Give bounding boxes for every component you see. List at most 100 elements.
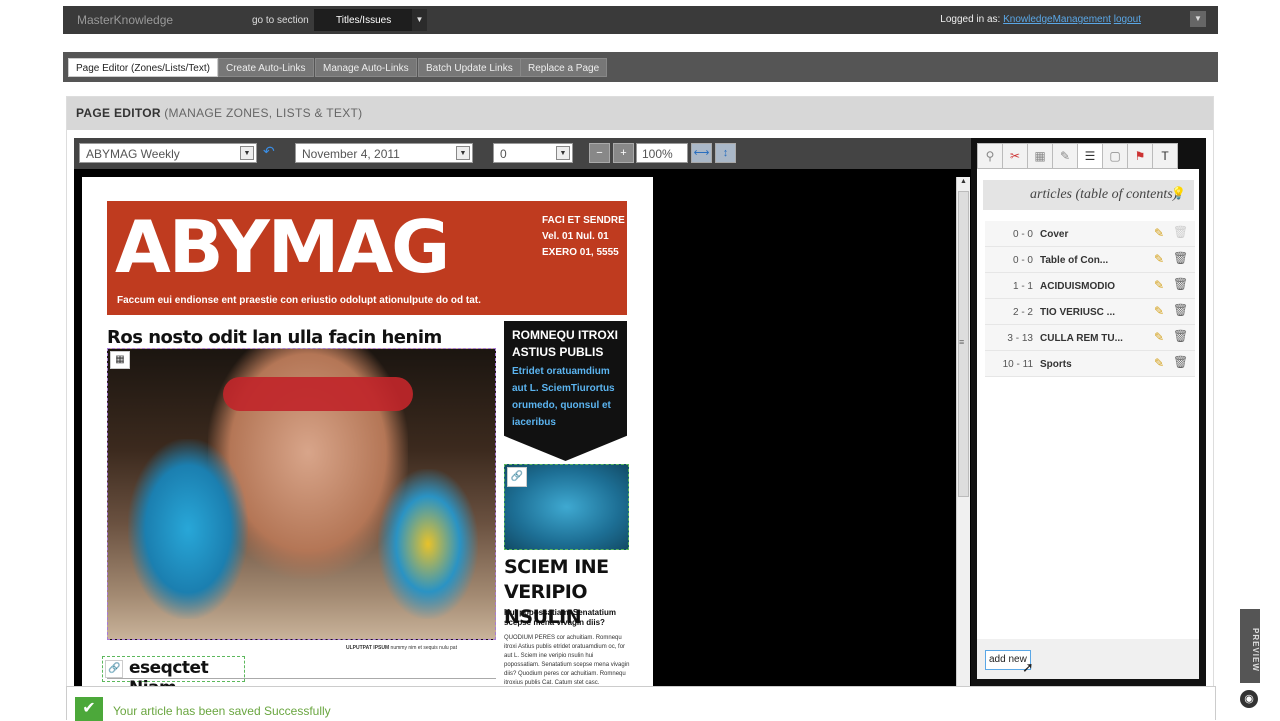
- pencil-icon[interactable]: ✎: [1154, 304, 1164, 318]
- list-item[interactable]: 0 - 0 Cover ✎ 🗑: [985, 221, 1195, 247]
- user-menu-chevron-icon[interactable]: ▼: [1190, 11, 1206, 27]
- zoom-out-icon[interactable]: −: [589, 143, 610, 163]
- credit-text: nummy nim et sequis nulu pat: [390, 645, 457, 651]
- photo-feather: [378, 469, 478, 619]
- masthead: ABYMAG FACI ET SENDRE Vel. 01 Nul. 01 EX…: [107, 201, 627, 315]
- trash-icon[interactable]: 🗑: [1173, 251, 1188, 265]
- publication-select[interactable]: ABYMAG Weekly ▼: [79, 143, 257, 163]
- list-icon[interactable]: ☰: [1077, 143, 1103, 169]
- trash-icon[interactable]: 🗑: [1173, 303, 1188, 317]
- checkmark-icon: ✔: [75, 697, 103, 721]
- grip-icon: ≡: [959, 337, 965, 347]
- zoom-level[interactable]: 100%: [636, 143, 688, 163]
- scissors-icon[interactable]: ✂: [1002, 143, 1028, 169]
- page-scrollbar[interactable]: ▲ ≡: [956, 177, 970, 690]
- tool-tabs: Page Editor (Zones/Lists/Text) Create Au…: [63, 52, 1218, 82]
- list-item[interactable]: 0 - 0 Table of Con... ✎ 🗑: [985, 247, 1195, 273]
- link-icon[interactable]: 🔗: [105, 660, 123, 678]
- diver-subheadline: Hui popossatiam. Senatatium scepse mena …: [504, 608, 617, 627]
- tab-page-editor[interactable]: Page Editor (Zones/Lists/Text): [68, 58, 218, 77]
- chevron-down-icon[interactable]: ▼: [556, 146, 570, 160]
- article-pages: 0 - 0: [1012, 229, 1033, 240]
- trash-icon: 🗑: [1173, 225, 1189, 239]
- lightbulb-icon[interactable]: 💡: [1171, 186, 1186, 201]
- link-tool-icon[interactable]: ⚲: [977, 143, 1003, 169]
- text-tool-icon[interactable]: T: [1152, 143, 1178, 169]
- link-icon[interactable]: 🔗: [507, 467, 527, 487]
- pencil-icon[interactable]: ✎: [1154, 226, 1164, 240]
- article-pages: 1 - 1: [1012, 281, 1033, 292]
- gallery-tool-icon[interactable]: ▦: [1027, 143, 1053, 169]
- pencil-icon[interactable]: ✎: [1154, 330, 1164, 344]
- issue-info: FACI ET SENDRE Vel. 01 Nul. 01 EXERO 01,…: [542, 213, 625, 261]
- brand-logo[interactable]: MasterKnowledge: [77, 13, 173, 27]
- note-icon[interactable]: ▢: [1102, 143, 1128, 169]
- articles-header: articles (table of contents) 💡: [983, 180, 1194, 210]
- article-name: CULLA REM TU...: [1040, 333, 1123, 344]
- trash-icon[interactable]: 🗑: [1173, 277, 1188, 291]
- photo-face-paint: [223, 377, 413, 411]
- editor-area: ABYMAG Weekly ▼ ↶ November 4, 2011 ▼ 0 ▼…: [74, 138, 972, 690]
- panel-subtitle: (MANAGE ZONES, LISTS & TEXT): [164, 106, 363, 120]
- preview-tab[interactable]: PREVIEW: [1240, 609, 1260, 683]
- undo-icon[interactable]: ↶: [263, 143, 275, 160]
- magazine-page[interactable]: ABYMAG FACI ET SENDRE Vel. 01 Nul. 01 EX…: [82, 177, 653, 690]
- zone-tools-panel: ⚲ ✂ ▦ ✎ ☰ ▢ ⚑ T articles (table of conte…: [971, 138, 1206, 690]
- publication-value: ABYMAG Weekly: [86, 147, 180, 161]
- magazine-tagline: Faccum eui endionse ent praestie con eri…: [117, 295, 481, 306]
- article-pages: 0 - 0: [1012, 255, 1033, 266]
- pencil-icon[interactable]: ✎: [1154, 252, 1164, 266]
- pencil-icon[interactable]: ✎: [1154, 356, 1164, 370]
- article-pages: 3 - 13: [1007, 333, 1033, 344]
- trash-icon[interactable]: 🗑: [1173, 355, 1188, 369]
- cover-headline: Ros nosto odit lan ulla facin henim: [107, 327, 442, 348]
- login-user-link[interactable]: KnowledgeManagement: [1003, 14, 1111, 25]
- panel-header: PAGE EDITOR (MANAGE ZONES, LISTS & TEXT): [67, 97, 1213, 130]
- date-select[interactable]: November 4, 2011 ▼: [295, 143, 473, 163]
- fit-width-icon[interactable]: ⟷: [691, 143, 712, 163]
- logout-link[interactable]: logout: [1114, 14, 1141, 25]
- trash-icon[interactable]: 🗑: [1173, 329, 1188, 343]
- top-bar: MasterKnowledge go to section Titles/Iss…: [63, 6, 1218, 34]
- login-prefix: Logged in as:: [940, 14, 1001, 25]
- mouse-cursor-icon: ➚: [1022, 659, 1034, 675]
- chevron-down-icon[interactable]: ▼: [412, 9, 427, 31]
- magazine-title: ABYMAG: [115, 205, 450, 289]
- articles-panel: articles (table of contents) 💡 0 - 0 Cov…: [977, 169, 1199, 679]
- articles-list: 0 - 0 Cover ✎ 🗑 0 - 0 Table of Con... ✎ …: [985, 221, 1195, 377]
- article-name: Cover: [1040, 229, 1069, 240]
- article-pages: 10 - 11: [1002, 359, 1033, 370]
- fit-height-icon[interactable]: ↕: [715, 143, 736, 163]
- save-message: Your article has been saved Successfully: [113, 704, 331, 718]
- chevron-down-icon[interactable]: ▼: [456, 146, 470, 160]
- articles-footer: add new ➚: [977, 639, 1199, 679]
- edit-page-icon[interactable]: ✎: [1052, 143, 1078, 169]
- pencil-icon[interactable]: ✎: [1154, 278, 1164, 292]
- sidebox-body: Etridet oratuamdium aut L. SciemTiurortu…: [512, 366, 615, 428]
- flag-icon[interactable]: ⚑: [1127, 143, 1153, 169]
- issue-line: EXERO 01, 5555: [542, 247, 619, 258]
- cover-photo-zone[interactable]: ▦: [107, 348, 496, 640]
- eye-icon[interactable]: ◉: [1240, 690, 1258, 708]
- sidebox-heading: ROMNEQU ITROXI ASTIUS PUBLIS: [512, 328, 619, 359]
- tab-batch-update-links[interactable]: Batch Update Links: [418, 58, 521, 77]
- list-item[interactable]: 2 - 2 TIO VERIUSC ... ✎ 🗑: [985, 299, 1195, 325]
- scroll-up-icon[interactable]: ▲: [960, 178, 967, 185]
- list-item[interactable]: 3 - 13 CULLA REM TU... ✎ 🗑: [985, 325, 1195, 351]
- list-item[interactable]: 1 - 1 ACIDUISMODIO ✎ 🗑: [985, 273, 1195, 299]
- gallery-zone-icon[interactable]: ▦: [110, 351, 130, 369]
- page-select[interactable]: 0 ▼: [493, 143, 573, 163]
- chevron-down-icon[interactable]: ▼: [240, 146, 254, 160]
- tab-create-auto-links[interactable]: Create Auto-Links: [218, 58, 314, 77]
- tab-replace-page[interactable]: Replace a Page: [520, 58, 608, 77]
- issue-line: Vel. 01 Nul. 01: [542, 231, 609, 242]
- section-select[interactable]: Titles/Issues: [314, 9, 427, 31]
- tab-manage-auto-links[interactable]: Manage Auto-Links: [315, 58, 417, 77]
- save-notice: ✔ Your article has been saved Successful…: [66, 686, 1216, 721]
- date-value: November 4, 2011: [302, 147, 400, 161]
- tool-icons: ⚲ ✂ ▦ ✎ ☰ ▢ ⚑ T: [977, 143, 1201, 169]
- link-zone-headline[interactable]: 🔗 eseqctet Niam: [102, 656, 245, 690]
- zoom-in-icon[interactable]: +: [613, 143, 634, 163]
- list-item[interactable]: 10 - 11 Sports ✎ 🗑: [985, 351, 1195, 377]
- diver-photo-zone[interactable]: 🔗: [504, 464, 629, 550]
